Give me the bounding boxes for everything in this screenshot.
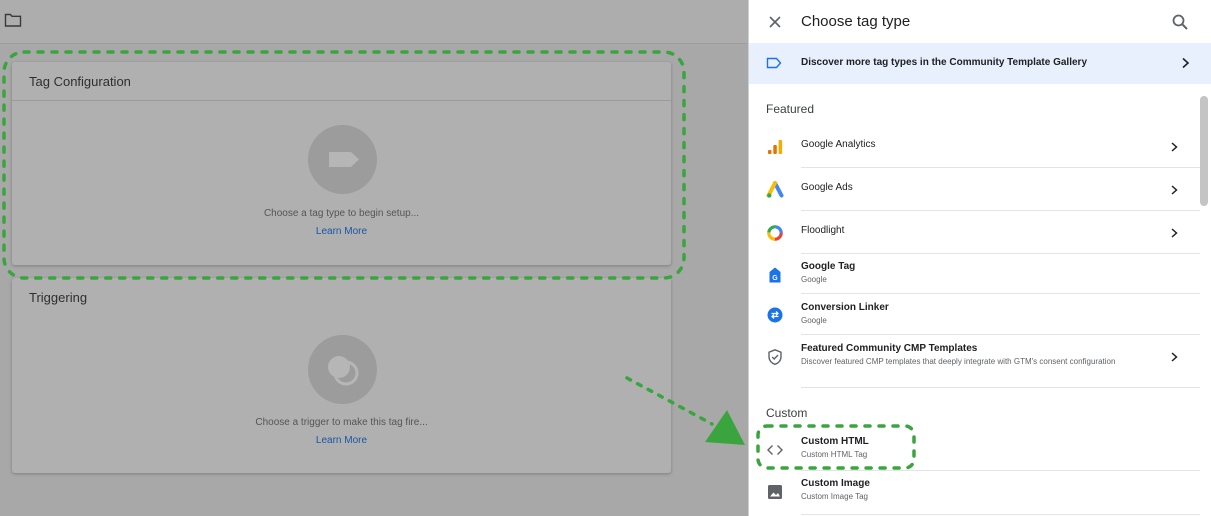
- folder-icon[interactable]: [4, 12, 22, 28]
- item-subtitle: Google: [801, 275, 827, 284]
- triggering-title: Triggering: [29, 290, 88, 305]
- tag-placeholder-text: Choose a tag type to begin setup...: [263, 208, 420, 219]
- trigger-placeholder-circle[interactable]: [308, 335, 377, 404]
- list-item-cmp-templates[interactable]: Featured Community CMP Templates Discove…: [749, 335, 1200, 388]
- shield-icon: [768, 349, 782, 366]
- list-item-custom-image[interactable]: Custom Image Custom Image Tag: [749, 471, 1200, 515]
- featured-section-label: Featured: [766, 102, 815, 116]
- card-divider: [12, 100, 671, 101]
- tag-configuration-card[interactable]: Tag Configuration Choose a tag type to b…: [12, 62, 671, 265]
- panel-scrollbar[interactable]: [1200, 96, 1208, 206]
- item-name: Custom HTML: [801, 436, 869, 447]
- tag-configuration-title: Tag Configuration: [29, 74, 131, 89]
- image-icon: [768, 485, 782, 499]
- editor-topbar: [0, 0, 748, 44]
- annotation-arrow-head: [705, 410, 745, 445]
- community-gallery-banner[interactable]: Discover more tag types in the Community…: [749, 43, 1211, 84]
- code-icon: [767, 445, 783, 455]
- chevron-right-icon: [1171, 142, 1178, 152]
- choose-tag-type-panel: Choose tag type Discover more tag types …: [748, 0, 1211, 516]
- list-item-google-ads[interactable]: Google Ads: [749, 168, 1200, 211]
- chevron-right-icon: [1171, 352, 1178, 362]
- item-name: Google Tag: [801, 261, 856, 272]
- item-name: Conversion Linker: [801, 302, 889, 313]
- item-name: Custom Image: [801, 478, 870, 489]
- item-name: Google Analytics: [801, 139, 876, 150]
- list-item-google-analytics[interactable]: Google Analytics: [749, 125, 1200, 168]
- panel-title: Choose tag type: [801, 13, 911, 30]
- google-analytics-icon: [768, 140, 783, 154]
- list-item-floodlight[interactable]: Floodlight: [749, 211, 1200, 254]
- item-name: Google Ads: [801, 182, 853, 193]
- tag-type-list[interactable]: Featured Google Analytics Google Ads Flo…: [749, 84, 1211, 516]
- item-name: Featured Community CMP Templates: [801, 343, 978, 354]
- floodlight-icon: [767, 225, 783, 241]
- list-item-google-tag[interactable]: G Google Tag Google: [749, 254, 1200, 294]
- trigger-placeholder-text: Choose a trigger to make this tag fire..…: [255, 417, 428, 428]
- tag-icon: [329, 152, 359, 167]
- chevron-right-icon: [1182, 57, 1190, 69]
- tag-learn-more-link[interactable]: Learn More: [12, 226, 671, 237]
- item-subtitle: Custom HTML Tag: [801, 450, 868, 459]
- chevron-right-icon: [1171, 228, 1178, 238]
- search-icon[interactable]: [1170, 12, 1190, 32]
- panel-header: Choose tag type: [749, 0, 1211, 43]
- close-icon[interactable]: [765, 12, 785, 32]
- trigger-icon: [328, 356, 359, 386]
- item-subtitle: Discover featured CMP templates that dee…: [801, 357, 1116, 366]
- chevron-right-icon: [1171, 185, 1178, 195]
- item-divider: [801, 387, 1200, 388]
- tag-outline-icon: [766, 57, 782, 69]
- list-item-custom-html[interactable]: Custom HTML Custom HTML Tag: [749, 429, 1200, 471]
- item-subtitle: Google: [801, 316, 827, 325]
- tag-placeholder-circle[interactable]: [308, 125, 377, 194]
- item-name: Floodlight: [801, 225, 845, 236]
- custom-section-label: Custom: [766, 406, 808, 420]
- svg-text:G: G: [772, 275, 778, 282]
- list-item-conversion-linker[interactable]: Conversion Linker Google: [749, 294, 1200, 335]
- google-ads-icon: [766, 181, 784, 198]
- trigger-learn-more-link[interactable]: Learn More: [12, 435, 671, 446]
- banner-text: Discover more tag types in the Community…: [801, 57, 1088, 68]
- item-divider: [801, 514, 1200, 515]
- conversion-linker-icon: [767, 307, 783, 323]
- triggering-card[interactable]: Triggering Choose a trigger to make this…: [12, 278, 671, 473]
- item-subtitle: Custom Image Tag: [801, 492, 868, 501]
- google-tag-icon: G: [769, 267, 781, 283]
